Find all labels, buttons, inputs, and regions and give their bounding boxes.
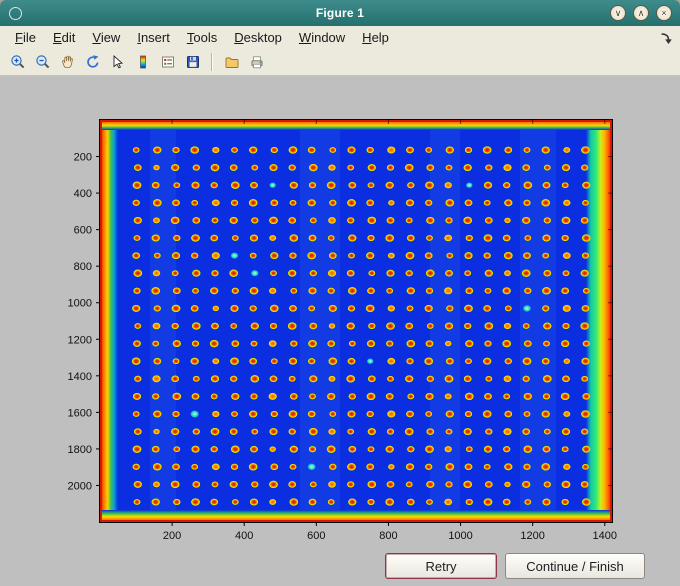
svg-text:1400: 1400 bbox=[593, 530, 617, 542]
print-button[interactable] bbox=[244, 50, 269, 74]
menu-window[interactable]: Window bbox=[296, 29, 348, 46]
menu-edit[interactable]: Edit bbox=[50, 29, 78, 46]
svg-text:800: 800 bbox=[74, 261, 92, 273]
svg-text:1000: 1000 bbox=[448, 530, 472, 542]
menu-view[interactable]: View bbox=[89, 29, 123, 46]
continue-finish-button[interactable]: Continue / Finish bbox=[505, 553, 645, 579]
zoom-in-icon bbox=[10, 55, 24, 69]
menu-help[interactable]: Help bbox=[359, 29, 392, 46]
menubar: File Edit View Insert Tools Desktop Wind… bbox=[0, 26, 680, 49]
save-button[interactable] bbox=[180, 50, 205, 74]
figure-window: Figure 1 ∨ ∧ × File Edit View Insert Too… bbox=[0, 0, 680, 586]
zoom-in-button[interactable] bbox=[5, 50, 30, 74]
maximize-button[interactable]: ∧ bbox=[633, 5, 649, 21]
menu-file[interactable]: File bbox=[12, 29, 39, 46]
insert-legend-button[interactable] bbox=[155, 50, 180, 74]
folder-icon bbox=[225, 57, 238, 68]
svg-text:600: 600 bbox=[74, 225, 92, 237]
svg-text:1800: 1800 bbox=[68, 444, 92, 456]
cursor-icon bbox=[113, 54, 123, 69]
printer-icon bbox=[251, 56, 262, 69]
titlebar: Figure 1 ∨ ∧ × bbox=[0, 0, 680, 26]
dock-arrow-icon bbox=[661, 32, 672, 44]
window-title: Figure 1 bbox=[315, 6, 365, 20]
svg-text:1600: 1600 bbox=[68, 407, 92, 419]
save-icon bbox=[186, 56, 199, 68]
window-controls: ∨ ∧ × bbox=[610, 5, 672, 21]
svg-text:1200: 1200 bbox=[68, 334, 92, 346]
data-cursor-button[interactable] bbox=[105, 50, 130, 74]
dock-figure-button[interactable] bbox=[659, 31, 673, 45]
legend-icon bbox=[161, 56, 174, 68]
svg-text:2000: 2000 bbox=[68, 480, 92, 492]
svg-text:800: 800 bbox=[379, 530, 397, 542]
toolbar-separator bbox=[211, 53, 213, 71]
menu-desktop[interactable]: Desktop bbox=[231, 29, 285, 46]
hand-icon bbox=[61, 55, 73, 68]
svg-text:1200: 1200 bbox=[520, 530, 544, 542]
open-button[interactable] bbox=[219, 50, 244, 74]
menu-insert[interactable]: Insert bbox=[134, 29, 173, 46]
svg-text:400: 400 bbox=[235, 530, 253, 542]
retry-button[interactable]: Retry bbox=[385, 553, 497, 579]
pan-button[interactable] bbox=[55, 50, 80, 74]
plate-scan-plot: 200 400 600 800 1000 1200 1400 200 400 600 800 1000… bbox=[68, 119, 617, 542]
shade-button[interactable]: ∨ bbox=[610, 5, 626, 21]
svg-text:600: 600 bbox=[307, 530, 325, 542]
zoom-out-button[interactable] bbox=[30, 50, 55, 74]
svg-text:200: 200 bbox=[74, 152, 92, 164]
menu-tools[interactable]: Tools bbox=[184, 29, 220, 46]
svg-text:1000: 1000 bbox=[68, 298, 92, 310]
figure-toolbar bbox=[0, 49, 680, 76]
close-button[interactable]: × bbox=[656, 5, 672, 21]
svg-text:1400: 1400 bbox=[68, 371, 92, 383]
figure-canvas: 200 400 600 800 1000 1200 1400 200 400 600 800 1000… bbox=[0, 76, 680, 586]
rotate-icon bbox=[86, 55, 98, 68]
svg-text:400: 400 bbox=[74, 188, 92, 200]
zoom-out-icon bbox=[35, 55, 49, 69]
svg-text:200: 200 bbox=[163, 530, 181, 542]
colorbar-icon bbox=[139, 55, 146, 69]
insert-colorbar-button[interactable] bbox=[130, 50, 155, 74]
window-menu-icon[interactable] bbox=[9, 6, 22, 20]
rotate-3d-button[interactable] bbox=[80, 50, 105, 74]
